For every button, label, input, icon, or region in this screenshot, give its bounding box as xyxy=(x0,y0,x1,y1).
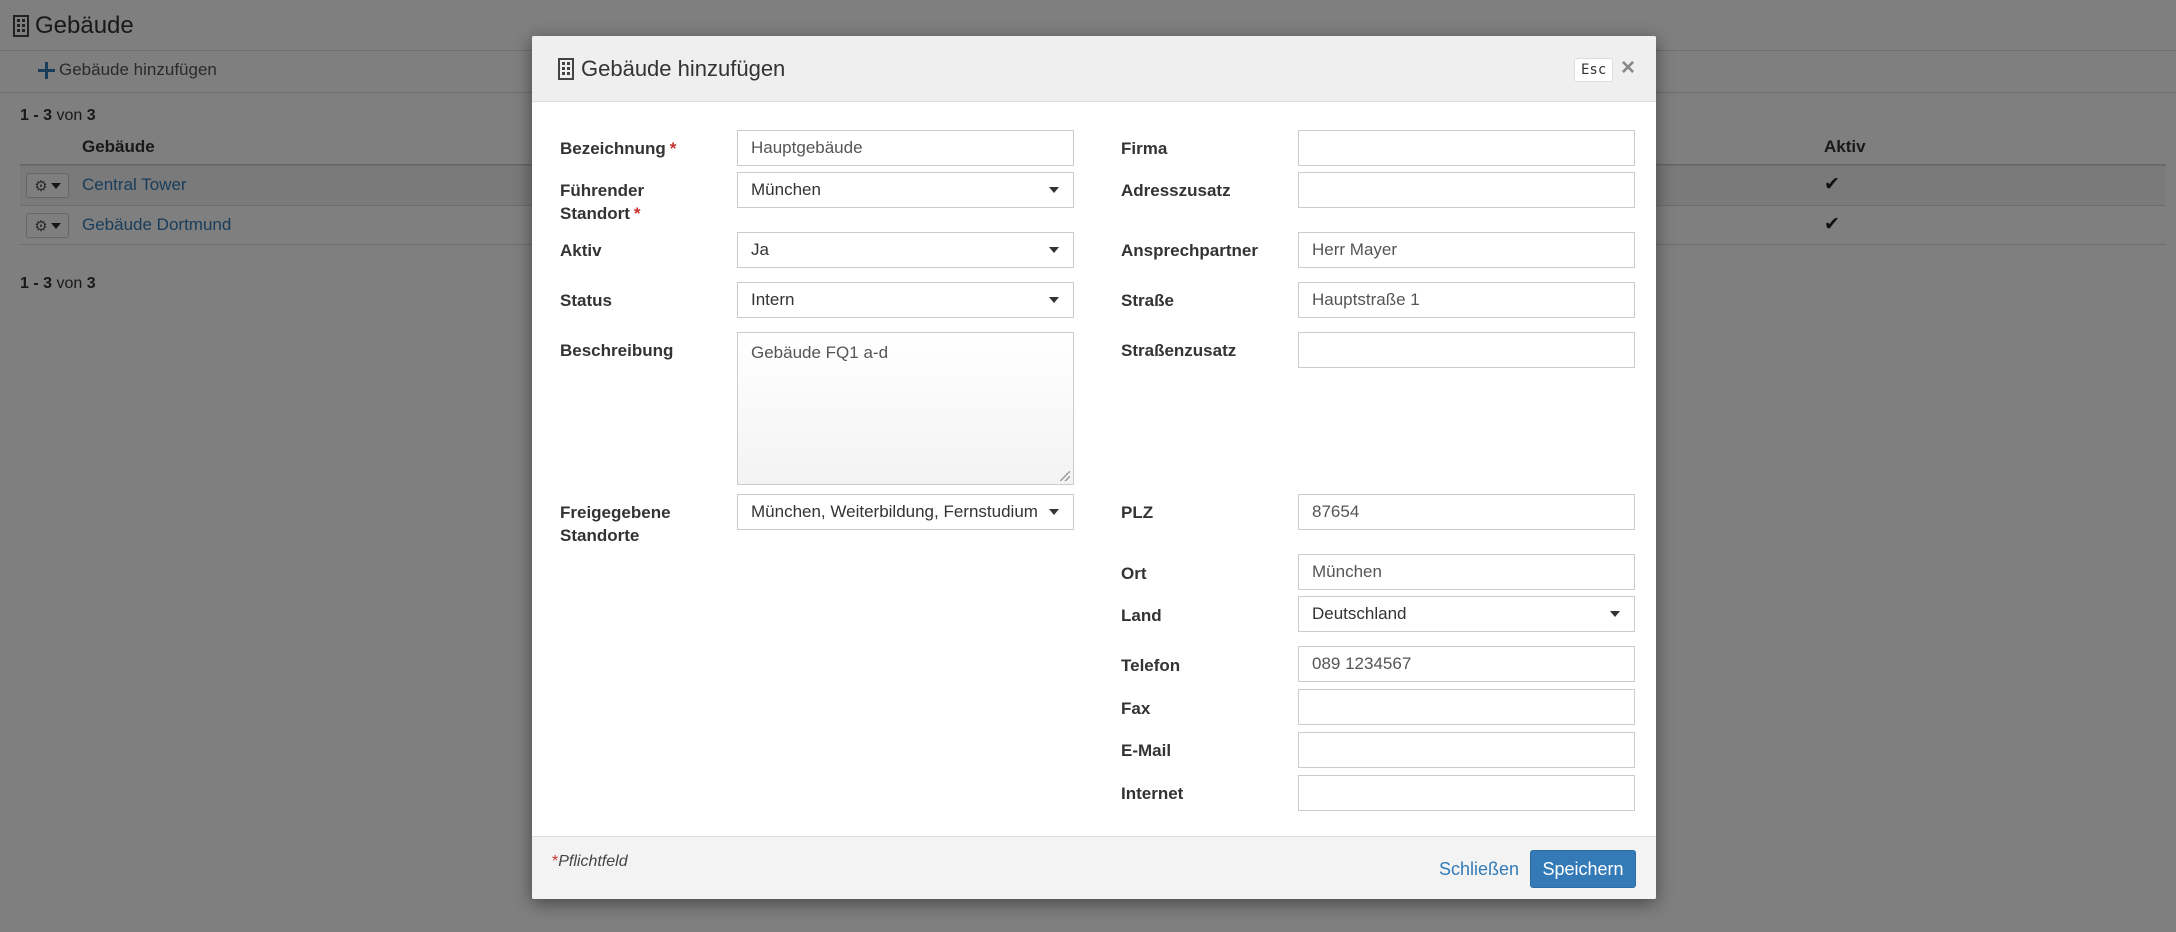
bezeichnung-input[interactable]: Hauptgebäude xyxy=(737,130,1074,166)
ort-input[interactable]: München xyxy=(1298,554,1635,590)
chevron-down-icon xyxy=(1049,187,1059,193)
label-email: E-Mail xyxy=(1121,741,1172,760)
label-telefon: Telefon xyxy=(1121,656,1181,675)
label-strassenzusatz: Straßenzusatz xyxy=(1121,341,1237,360)
add-building-dialog: Gebäude hinzufügen Esc × Bezeichnung * Ha… xyxy=(532,36,1656,899)
chevron-down-icon xyxy=(1610,611,1620,617)
strassenzusatz-input[interactable] xyxy=(1298,332,1635,368)
email-input[interactable] xyxy=(1298,732,1635,768)
required-hint: *Pflichtfeld xyxy=(552,853,628,870)
firma-input[interactable] xyxy=(1298,130,1635,166)
chevron-down-icon xyxy=(1049,297,1059,303)
fax-input[interactable] xyxy=(1298,689,1635,725)
label-aktiv: Aktiv xyxy=(560,241,602,260)
beschreibung-textarea[interactable]: Gebäude FQ1 a-d xyxy=(737,332,1074,485)
close-icon[interactable]: × xyxy=(1621,54,1635,82)
label-status: Status xyxy=(560,291,612,310)
land-select[interactable]: Deutschland xyxy=(1298,596,1635,632)
adresszusatz-input[interactable] xyxy=(1298,172,1635,208)
label-fax: Fax xyxy=(1121,699,1151,718)
internet-input[interactable] xyxy=(1298,775,1635,811)
label-land: Land xyxy=(1121,606,1162,625)
label-freigegebene-standorte: Freigegebene Standorte xyxy=(560,503,671,545)
status-select[interactable]: Intern xyxy=(737,282,1074,318)
dialog-footer: *Pflichtfeld Schließen Speichern xyxy=(532,836,1656,899)
close-button[interactable]: Schließen xyxy=(1427,850,1531,888)
chevron-down-icon xyxy=(1049,247,1059,253)
building-icon xyxy=(558,58,574,80)
label-plz: PLZ xyxy=(1121,503,1154,522)
plz-input[interactable]: 87654 xyxy=(1298,494,1635,530)
esc-hint: Esc xyxy=(1574,58,1614,82)
dialog-header: Gebäude hinzufügen Esc × xyxy=(532,36,1656,102)
label-fuehrender-standort: Führender Standort * xyxy=(560,181,645,223)
label-strasse: Straße xyxy=(1121,291,1174,310)
label-adresszusatz: Adresszusatz xyxy=(1121,181,1231,200)
label-bezeichnung: Bezeichnung * xyxy=(560,139,677,158)
fuehrender-standort-select[interactable]: München xyxy=(737,172,1074,208)
telefon-input[interactable]: 089 1234567 xyxy=(1298,646,1635,682)
label-ort: Ort xyxy=(1121,564,1147,583)
label-beschreibung: Beschreibung xyxy=(560,341,674,360)
label-internet: Internet xyxy=(1121,784,1184,803)
label-firma: Firma xyxy=(1121,139,1168,158)
freigegebene-standorte-select[interactable]: München, Weiterbildung, Fernstudium xyxy=(737,494,1074,530)
dialog-title: Gebäude hinzufügen xyxy=(581,56,786,81)
save-button[interactable]: Speichern xyxy=(1530,850,1636,888)
label-ansprechpartner: Ansprechpartner xyxy=(1121,241,1258,260)
resize-grip-icon[interactable] xyxy=(1060,471,1070,481)
aktiv-select[interactable]: Ja xyxy=(737,232,1074,268)
dialog-title-wrap: Gebäude hinzufügen xyxy=(558,56,785,82)
strasse-input[interactable]: Hauptstraße 1 xyxy=(1298,282,1635,318)
ansprechpartner-input[interactable]: Herr Mayer xyxy=(1298,232,1635,268)
chevron-down-icon xyxy=(1049,509,1059,515)
